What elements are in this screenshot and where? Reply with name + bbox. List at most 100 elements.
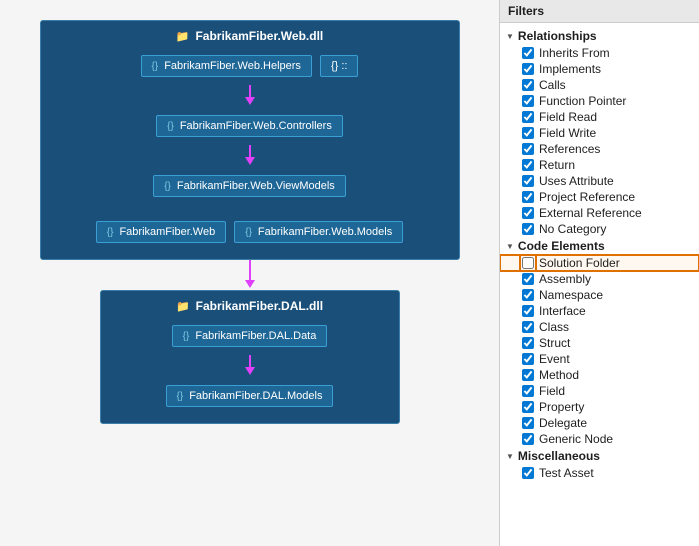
cb-uses-attribute[interactable] bbox=[522, 175, 534, 187]
filters-header: Filters bbox=[500, 0, 699, 23]
label-solution-folder: Solution Folder bbox=[539, 256, 620, 270]
cb-delegate[interactable] bbox=[522, 417, 534, 429]
relationships-section-header[interactable]: ▼ Relationships bbox=[500, 27, 699, 45]
ns-icon-dal-1: {} bbox=[183, 331, 190, 342]
filter-uses-attribute[interactable]: Uses Attribute bbox=[500, 173, 699, 189]
label-struct: Struct bbox=[539, 336, 570, 350]
web-dll-box: 📁 FabrikamFiber.Web.dll {} FabrikamFiber… bbox=[40, 20, 460, 260]
misc-triangle: ▼ bbox=[506, 452, 514, 461]
filter-calls[interactable]: Calls bbox=[500, 77, 699, 93]
cb-class[interactable] bbox=[522, 321, 534, 333]
cb-return[interactable] bbox=[522, 159, 534, 171]
label-field: Field bbox=[539, 384, 565, 398]
code-elements-section-header[interactable]: ▼ Code Elements bbox=[500, 237, 699, 255]
ns-icon-4: {} bbox=[107, 227, 114, 238]
cb-solution-folder[interactable] bbox=[522, 257, 534, 269]
filter-test-asset[interactable]: Test Asset bbox=[500, 465, 699, 481]
cb-no-category[interactable] bbox=[522, 223, 534, 235]
cb-inherits-from[interactable] bbox=[522, 47, 534, 59]
filter-generic-node[interactable]: Generic Node bbox=[500, 431, 699, 447]
dal-dll-icon: 📁 bbox=[176, 300, 190, 313]
filter-method[interactable]: Method bbox=[500, 367, 699, 383]
cb-test-asset[interactable] bbox=[522, 467, 534, 479]
filter-solution-folder[interactable]: Solution Folder bbox=[500, 255, 699, 271]
code-elements-triangle: ▼ bbox=[506, 242, 514, 251]
dal-dll-title: 📁 FabrikamFiber.DAL.dll bbox=[109, 299, 391, 313]
cb-method[interactable] bbox=[522, 369, 534, 381]
filter-implements[interactable]: Implements bbox=[500, 61, 699, 77]
filter-field[interactable]: Field bbox=[500, 383, 699, 399]
filter-property[interactable]: Property bbox=[500, 399, 699, 415]
label-namespace: Namespace bbox=[539, 288, 603, 302]
filter-struct[interactable]: Struct bbox=[500, 335, 699, 351]
cb-project-reference[interactable] bbox=[522, 191, 534, 203]
dll-icon: 📁 bbox=[176, 30, 190, 43]
ns-webmodels[interactable]: {} FabrikamFiber.Web.Models bbox=[234, 221, 403, 243]
cb-interface[interactable] bbox=[522, 305, 534, 317]
label-test-asset: Test Asset bbox=[539, 466, 594, 480]
ns-helpers[interactable]: {} FabrikamFiber.Web.Helpers bbox=[141, 55, 312, 77]
label-generic-node: Generic Node bbox=[539, 432, 613, 446]
ns-icon-3: {} bbox=[164, 181, 171, 192]
label-inherits-from: Inherits From bbox=[539, 46, 610, 60]
outer-arrow bbox=[243, 260, 257, 290]
filters-panel: Filters ▼ Relationships Inherits From Im… bbox=[499, 0, 699, 546]
label-return: Return bbox=[539, 158, 575, 172]
label-no-category: No Category bbox=[539, 222, 606, 236]
ns-dal-row-1: {} FabrikamFiber.DAL.Data bbox=[109, 321, 391, 351]
miscellaneous-section-header[interactable]: ▼ Miscellaneous bbox=[500, 447, 699, 465]
label-field-read: Field Read bbox=[539, 110, 597, 124]
cb-event[interactable] bbox=[522, 353, 534, 365]
label-external-reference: External Reference bbox=[539, 206, 642, 220]
ns-dal-models[interactable]: {} FabrikamFiber.DAL.Models bbox=[166, 385, 334, 407]
cb-property[interactable] bbox=[522, 401, 534, 413]
filter-field-read[interactable]: Field Read bbox=[500, 109, 699, 125]
cb-namespace[interactable] bbox=[522, 289, 534, 301]
ns-dal-data[interactable]: {} FabrikamFiber.DAL.Data bbox=[172, 325, 328, 347]
filter-namespace[interactable]: Namespace bbox=[500, 287, 699, 303]
label-references: References bbox=[539, 142, 600, 156]
web-dll-title: 📁 FabrikamFiber.Web.dll bbox=[49, 29, 451, 43]
cb-calls[interactable] bbox=[522, 79, 534, 91]
cb-generic-node[interactable] bbox=[522, 433, 534, 445]
filter-external-reference[interactable]: External Reference bbox=[500, 205, 699, 221]
label-uses-attribute: Uses Attribute bbox=[539, 174, 614, 188]
label-project-reference: Project Reference bbox=[539, 190, 635, 204]
ns-viewmodels[interactable]: {} FabrikamFiber.Web.ViewModels bbox=[153, 175, 346, 197]
filter-field-write[interactable]: Field Write bbox=[500, 125, 699, 141]
ns-shorthand[interactable]: {} :: bbox=[320, 55, 359, 77]
cb-assembly[interactable] bbox=[522, 273, 534, 285]
filter-inherits-from[interactable]: Inherits From bbox=[500, 45, 699, 61]
ns-controllers[interactable]: {} FabrikamFiber.Web.Controllers bbox=[156, 115, 343, 137]
label-class: Class bbox=[539, 320, 569, 334]
filter-return[interactable]: Return bbox=[500, 157, 699, 173]
cb-struct[interactable] bbox=[522, 337, 534, 349]
filter-function-pointer[interactable]: Function Pointer bbox=[500, 93, 699, 109]
cb-references[interactable] bbox=[522, 143, 534, 155]
cb-field[interactable] bbox=[522, 385, 534, 397]
label-function-pointer: Function Pointer bbox=[539, 94, 626, 108]
filter-interface[interactable]: Interface bbox=[500, 303, 699, 319]
filter-references[interactable]: References bbox=[500, 141, 699, 157]
cb-function-pointer[interactable] bbox=[522, 95, 534, 107]
filter-delegate[interactable]: Delegate bbox=[500, 415, 699, 431]
cb-implements[interactable] bbox=[522, 63, 534, 75]
dal-arrow bbox=[109, 355, 391, 377]
ns-web[interactable]: {} FabrikamFiber.Web bbox=[96, 221, 226, 243]
cb-external-reference[interactable] bbox=[522, 207, 534, 219]
filter-assembly[interactable]: Assembly bbox=[500, 271, 699, 287]
ns-row-3: {} FabrikamFiber.Web.ViewModels bbox=[49, 171, 451, 201]
filter-no-category[interactable]: No Category bbox=[500, 221, 699, 237]
cb-field-read[interactable] bbox=[522, 111, 534, 123]
filter-project-reference[interactable]: Project Reference bbox=[500, 189, 699, 205]
filter-event[interactable]: Event bbox=[500, 351, 699, 367]
arrow-1 bbox=[49, 85, 451, 107]
cb-field-write[interactable] bbox=[522, 127, 534, 139]
miscellaneous-label: Miscellaneous bbox=[518, 449, 600, 463]
label-method: Method bbox=[539, 368, 579, 382]
arrow-2 bbox=[49, 145, 451, 167]
filters-title: Filters bbox=[508, 4, 544, 18]
label-assembly: Assembly bbox=[539, 272, 591, 286]
label-implements: Implements bbox=[539, 62, 601, 76]
filter-class[interactable]: Class bbox=[500, 319, 699, 335]
